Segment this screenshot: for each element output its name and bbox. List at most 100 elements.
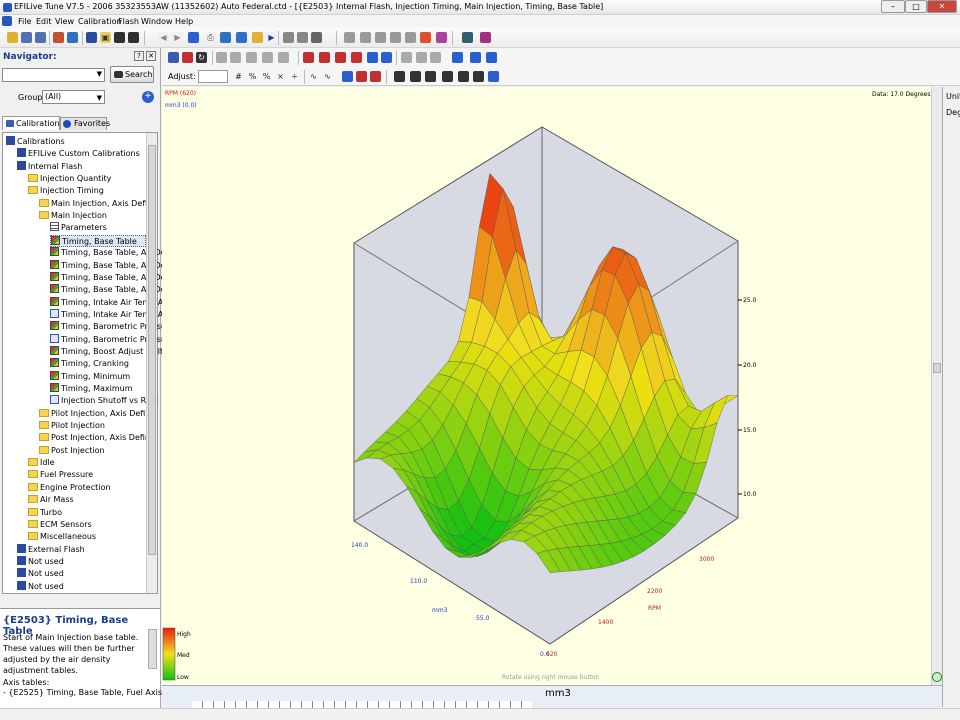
book-icon[interactable] — [480, 32, 491, 43]
tab-calibrations[interactable]: Calibrations — [2, 116, 64, 130]
block-icon[interactable] — [262, 52, 273, 63]
tree-item[interactable]: Not used — [17, 555, 64, 568]
help-icon[interactable] — [462, 32, 473, 43]
undo-icon[interactable] — [252, 32, 263, 43]
align-icon[interactable] — [442, 71, 453, 82]
info-icon[interactable] — [488, 71, 499, 82]
flash-icon[interactable] — [375, 32, 386, 43]
compare-icon[interactable] — [67, 32, 78, 43]
divide-icon[interactable]: ÷ — [289, 71, 300, 82]
tree-item[interactable]: Not used — [17, 580, 64, 593]
paste-special-icon[interactable] — [311, 32, 322, 43]
pane-pin-button[interactable]: ? — [134, 51, 144, 61]
menu-view[interactable]: View — [55, 17, 74, 26]
row-icon[interactable] — [216, 52, 227, 63]
flag-icon[interactable] — [319, 52, 330, 63]
tree-scrollbar[interactable] — [146, 133, 157, 593]
set-value-icon[interactable]: # — [233, 71, 244, 82]
smooth-v-icon[interactable] — [470, 52, 481, 63]
calibration-icon[interactable] — [86, 32, 97, 43]
cell-icon[interactable] — [246, 52, 257, 63]
gauge-icon[interactable] — [420, 32, 431, 43]
interpolate-icon[interactable]: ∿ — [308, 71, 319, 82]
print-icon[interactable]: ⎙ — [205, 32, 216, 43]
tree-item[interactable]: Pilot Injection — [39, 420, 105, 432]
play-icon[interactable]: ▶ — [266, 32, 277, 43]
forward-icon[interactable]: ▶ — [172, 32, 183, 43]
tree-item[interactable]: Engine Protection — [28, 482, 110, 494]
tree-item[interactable]: ECM Sensors — [28, 519, 92, 531]
expand-icon[interactable] — [410, 71, 421, 82]
menu-window[interactable]: Window — [141, 17, 173, 26]
tree-item[interactable]: Timing, Base Table — [50, 234, 146, 247]
tree-item[interactable]: Main Injection — [39, 210, 107, 222]
max-icon[interactable] — [416, 52, 427, 63]
percent-icon[interactable]: % — [261, 71, 272, 82]
select-all-icon[interactable] — [394, 71, 405, 82]
tree-item[interactable]: Idle — [28, 457, 55, 469]
tree-item[interactable]: Calibrations — [6, 136, 65, 148]
reset-icon[interactable] — [356, 71, 367, 82]
pane-close-button[interactable]: ✕ — [146, 51, 156, 61]
min-icon[interactable] — [401, 52, 412, 63]
chart-scroll-thumb[interactable] — [933, 363, 941, 373]
copy-icon[interactable] — [283, 32, 294, 43]
app-menu-icon[interactable] — [2, 16, 12, 26]
grid-icon[interactable] — [114, 32, 125, 43]
fill-icon[interactable] — [342, 71, 353, 82]
tree-item[interactable]: Injection Quantity — [28, 173, 111, 185]
tab-favorites[interactable]: Favorites — [60, 117, 110, 130]
tree-item[interactable]: Miscellaneous — [28, 531, 96, 543]
program-icon[interactable] — [53, 32, 64, 43]
navigator-toggle-icon[interactable]: ▣ — [100, 32, 111, 43]
tree-item[interactable]: Internal Flash — [17, 160, 82, 173]
minimize-button[interactable]: – — [881, 0, 905, 13]
description-scrollbar[interactable] — [148, 629, 157, 669]
save-icon[interactable] — [21, 32, 32, 43]
menu-edit[interactable]: Edit — [36, 17, 52, 26]
grid-lines-icon[interactable] — [473, 71, 484, 82]
save-all-icon[interactable] — [35, 32, 46, 43]
arrow-up-icon[interactable] — [367, 52, 378, 63]
edit-icon[interactable] — [278, 52, 289, 63]
close-button[interactable]: ✕ — [927, 0, 957, 13]
search-button[interactable]: Search — [110, 66, 154, 83]
smooth-icon[interactable]: ∿ — [322, 71, 333, 82]
menu-calibration[interactable]: Calibration — [78, 17, 122, 26]
open-icon[interactable] — [7, 32, 18, 43]
refresh-icon[interactable] — [236, 32, 247, 43]
back-icon[interactable]: ◀ — [158, 32, 169, 43]
3d-view-icon[interactable] — [182, 52, 193, 63]
scan-icon[interactable] — [436, 32, 447, 43]
arrow-down-icon[interactable] — [381, 52, 392, 63]
zoom-fit-icon[interactable] — [220, 32, 231, 43]
chart-color-icon[interactable] — [303, 52, 314, 63]
tree-item[interactable]: Parameters — [50, 222, 107, 234]
tree-item[interactable]: Timing, Cranking — [50, 358, 129, 370]
tree-item[interactable]: Post Injection — [39, 445, 105, 457]
surface-chart[interactable]: RPM (620) mm3 (0.0) Data: 17.0 Degrees Rota… — [162, 87, 942, 685]
alert-icon[interactable] — [335, 52, 346, 63]
group-select[interactable]: (All) ▼ — [42, 90, 105, 104]
tree-item[interactable]: Turbo — [28, 507, 62, 519]
tree-item[interactable]: Post Injection, Axis Define — [39, 432, 155, 444]
tree-item[interactable]: Timing, Maximum — [50, 383, 133, 395]
zoom-icon[interactable] — [932, 672, 942, 682]
tree-item[interactable]: Timing, Minimum — [50, 370, 130, 383]
tree-item[interactable]: Not used — [17, 568, 64, 580]
adjust-value-input[interactable] — [198, 70, 228, 83]
menu-flash[interactable]: Flash — [118, 17, 139, 26]
tree-item[interactable]: Fuel Pressure — [28, 469, 93, 481]
surface-style-icon[interactable] — [351, 52, 362, 63]
multiply-icon[interactable]: × — [275, 71, 286, 82]
add-group-button[interactable]: + — [142, 91, 154, 103]
table-view-icon[interactable] — [168, 52, 179, 63]
tree-item[interactable]: External Flash — [17, 543, 85, 556]
surface-chart-area[interactable]: RPM (620) mm3 (0.0) Data: 17.0 Degrees Rota… — [162, 87, 942, 685]
tree-item[interactable]: Injection Shutoff vs RPM — [50, 395, 158, 407]
tree-scroll-thumb[interactable] — [148, 145, 156, 555]
lock-icon[interactable] — [344, 32, 355, 43]
tree-item[interactable]: Main Injection, Axis Define — [39, 198, 157, 210]
tree-item[interactable]: Pilot Injection, Axis Define — [39, 408, 155, 420]
average-icon[interactable] — [430, 52, 441, 63]
